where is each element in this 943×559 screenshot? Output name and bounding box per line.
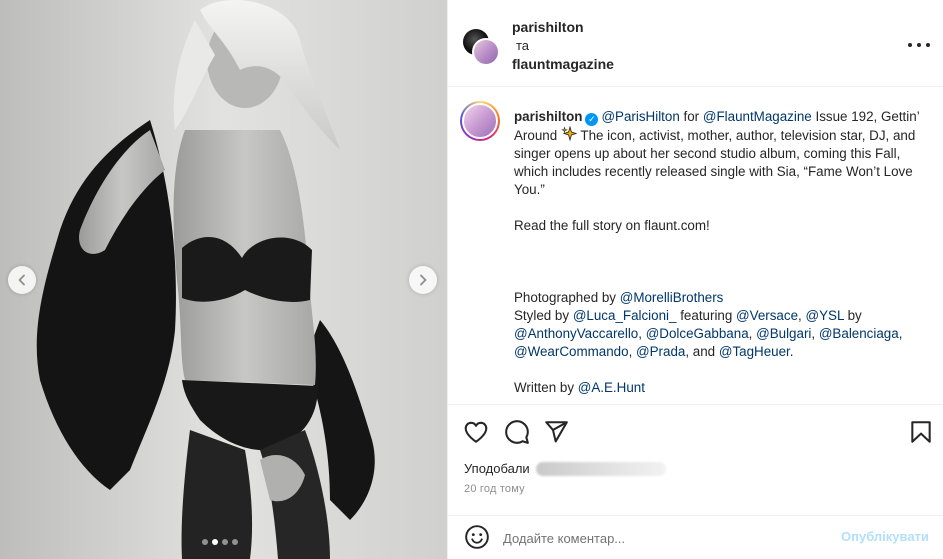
likes-prefix: Уподобали [464,461,530,476]
carousel-dot [222,539,228,545]
sparkles-emoji-icon [561,126,577,142]
bookmark-icon [911,421,931,443]
caption-text-run: featuring [676,308,737,323]
save-button[interactable] [908,419,934,445]
like-button[interactable] [463,419,489,445]
caption-written-by: Written by @A.E.Hunt [514,379,934,397]
caption-text: parishilton ✓ @ParisHilton for @FlauntMaga… [514,108,934,397]
post-header: parishilton та flauntmagazine [448,0,943,87]
post-media[interactable] [0,0,447,559]
post-actions: Уподобали 20 год тому [448,404,943,515]
mention-link[interactable]: @FlauntMagazine [703,109,812,124]
credit-label: Styled by [514,308,573,323]
carousel-next-button[interactable] [409,266,437,294]
avatar-flauntmagazine [472,38,500,66]
more-horizontal-icon [908,43,912,47]
caption-text-run: . [789,344,794,359]
credit-label: Written by [514,380,578,395]
caption-credits: Photographed by @MorelliBrothers Styled … [514,289,934,361]
carousel-dot [202,539,208,545]
mention-link[interactable]: @DolceGabbana [646,326,749,341]
mention-link[interactable]: @TagHeuer [719,344,790,359]
header-username-primary[interactable]: parishilton [512,19,584,35]
caption-text-run: , [811,326,819,341]
comment-input[interactable] [503,528,823,548]
heart-icon [464,421,488,443]
mention-link[interactable]: @Bulgari [756,326,811,341]
emoji-button[interactable] [464,524,490,550]
caption-text-run: , and [685,344,719,359]
mention-link[interactable]: @AnthonyVaccarello [514,326,638,341]
share-button[interactable] [543,419,569,445]
mention-link[interactable]: @Versace [736,308,798,323]
avatar [462,103,498,139]
caption-paragraph-1: parishilton ✓ @ParisHilton for @FlauntMaga… [514,108,934,199]
carousel-dot [232,539,238,545]
carousel-dot-active [212,539,218,545]
caption-text-run: , [628,344,637,359]
mention-link[interactable]: @Luca_Falcioni_ [573,308,677,323]
mention-link[interactable]: @A.E.Hunt [578,380,645,395]
post-side-panel: parishilton та flauntmagazine parishilto… [447,0,943,559]
collab-avatars[interactable] [463,29,501,67]
emoji-icon [465,525,489,549]
caption-text-run: by [843,308,862,323]
caption-text-run: for [679,109,703,124]
send-icon [545,421,568,443]
comment-icon [505,420,529,444]
post-photo [0,0,447,559]
header-username-collab[interactable]: flauntmagazine [512,56,614,72]
mention-link[interactable]: @ParisHilton [601,109,679,124]
caption-text-run: , [898,326,903,341]
mention-link[interactable]: @Prada [636,344,685,359]
caption-paragraph-2: Read the full story on flaunt.com! [514,218,710,233]
more-options-button[interactable] [908,38,930,52]
comment-bar: Опублікувати [448,515,943,559]
caption-avatar[interactable] [460,101,500,141]
post-caption: parishilton ✓ @ParisHilton for @FlauntMaga… [448,88,943,404]
header-joiner: та [516,38,530,53]
credit-label: Photographed by [514,290,620,305]
verified-badge-icon: ✓ [585,113,599,126]
blurred-likers [535,461,666,476]
carousel-prev-button[interactable] [8,266,36,294]
chevron-left-icon [18,274,25,286]
more-dot [917,43,921,47]
mention-link[interactable]: @WearCommando [514,344,629,359]
mention-link[interactable]: @YSL [805,308,843,323]
caption-text-run: , [638,326,646,341]
caption-username[interactable]: parishilton [514,109,582,124]
carousel-indicator [202,539,238,545]
publish-button[interactable]: Опублікувати [841,529,929,544]
more-dot [926,43,930,47]
likes-summary[interactable]: Уподобали [464,461,666,476]
chevron-right-icon [420,274,427,286]
mention-link[interactable]: @Balenciaga [819,326,899,341]
post-timestamp[interactable]: 20 год тому [464,483,525,495]
mention-link[interactable]: @MorelliBrothers [620,290,724,305]
caption-text-run: , [748,326,757,341]
comment-button[interactable] [504,419,530,445]
